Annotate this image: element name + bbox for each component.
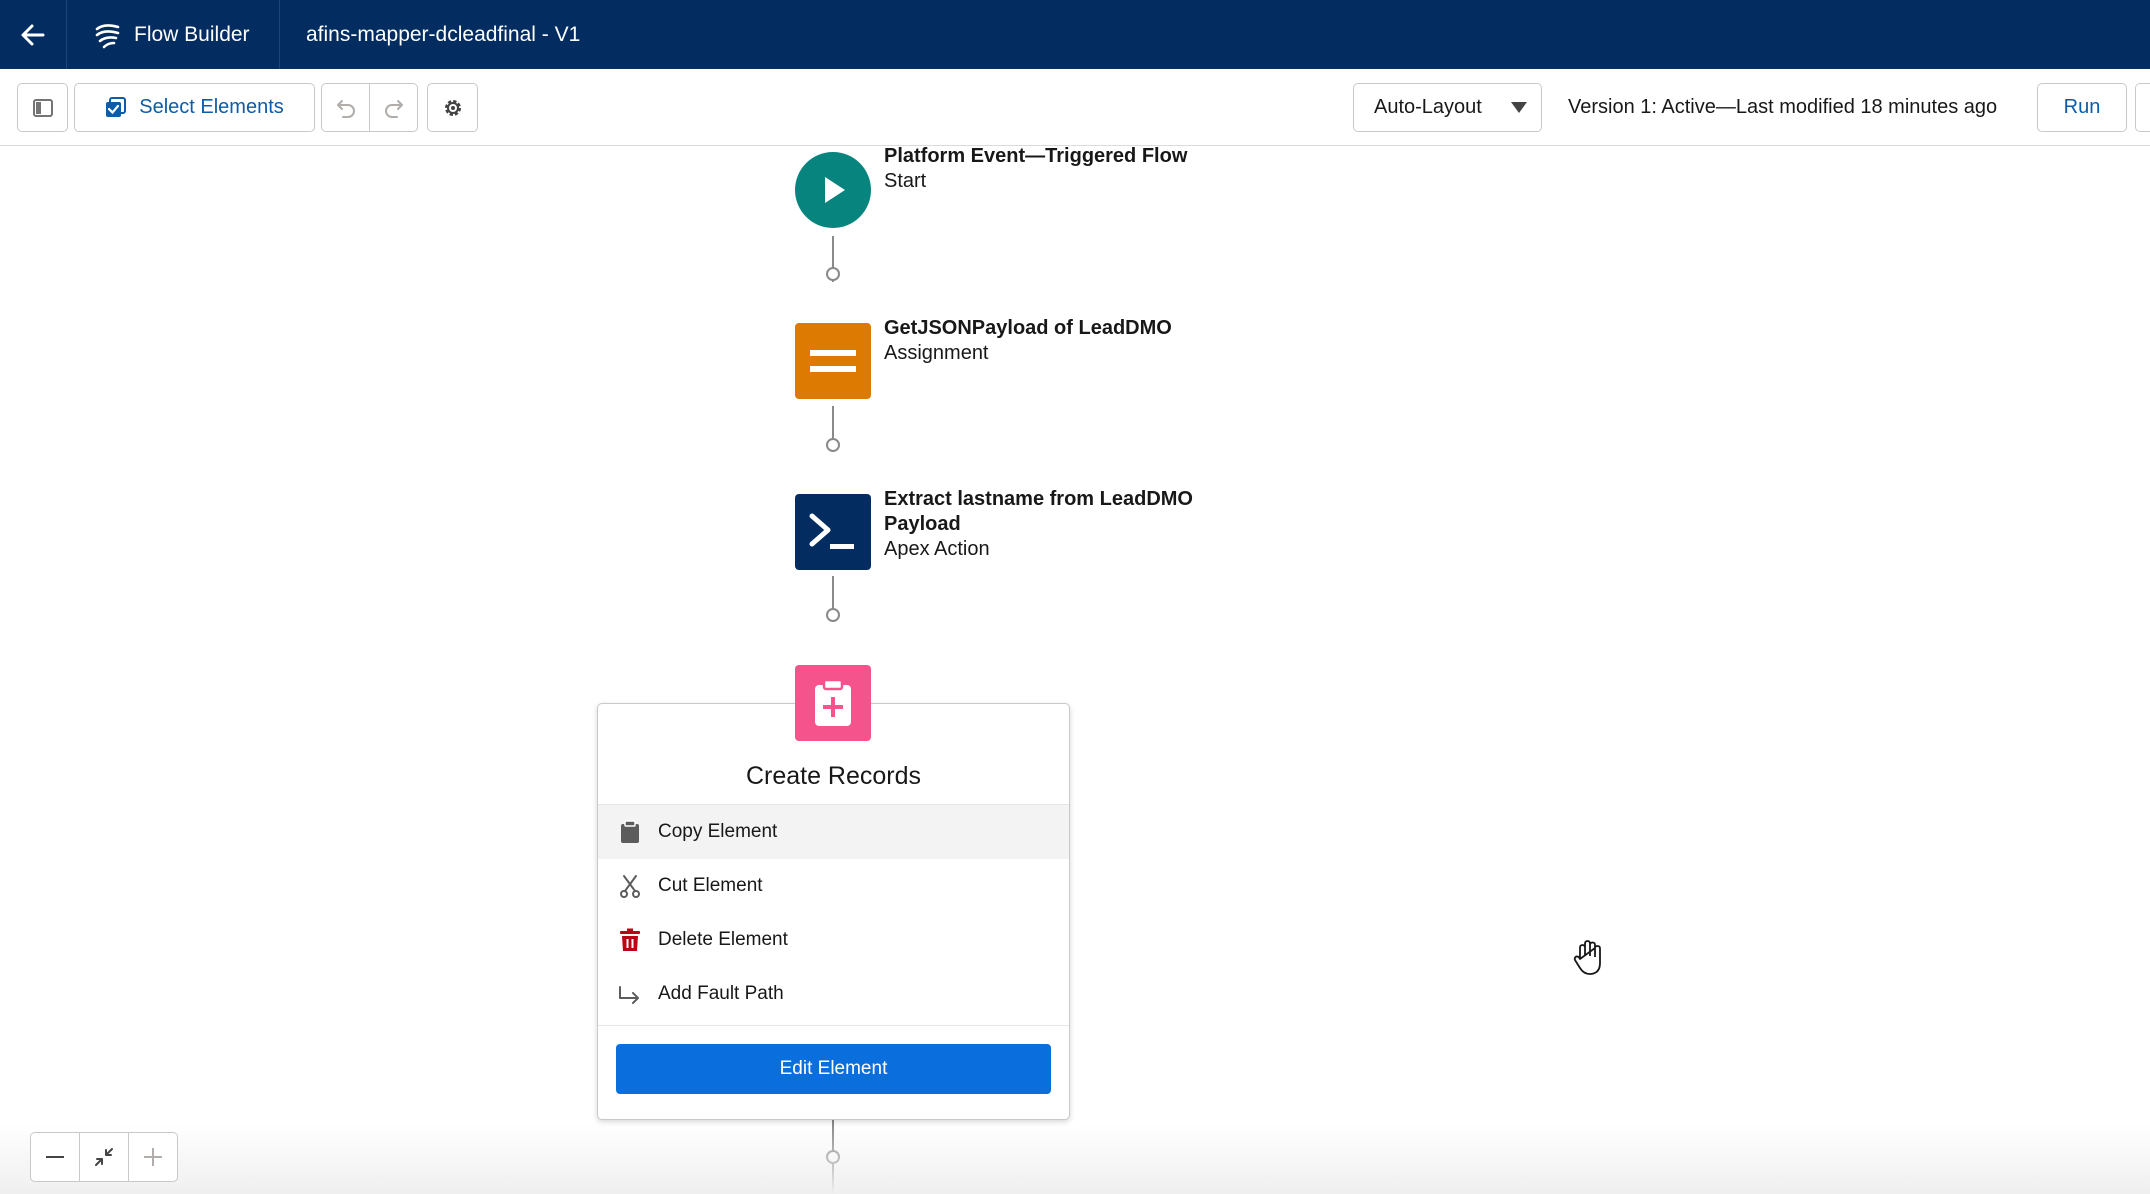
divider <box>598 1025 1069 1026</box>
menu-item-label: Cut Element <box>658 875 763 896</box>
delete-element-menu-item[interactable]: Delete Element <box>598 913 1069 967</box>
clipboard-icon <box>618 820 642 844</box>
minus-icon <box>46 1156 64 1158</box>
app-brand: Flow Builder <box>66 0 280 69</box>
hand-cursor-icon <box>1573 940 1601 975</box>
undo-button[interactable] <box>321 83 370 132</box>
edit-element-button[interactable]: Edit Element <box>616 1044 1051 1094</box>
popover-title: Create Records <box>745 762 922 790</box>
assignment-node[interactable] <box>795 323 871 399</box>
zoom-out-button[interactable] <box>31 1133 80 1181</box>
cut-element-menu-item[interactable]: Cut Element <box>598 859 1069 913</box>
node-title: Extract lastname from LeadDMO <box>884 488 1193 510</box>
fit-view-button[interactable] <box>80 1133 129 1181</box>
node-title: GetJSONPayload of LeadDMO <box>884 317 1172 339</box>
select-elements-button[interactable]: Select Elements <box>74 83 315 132</box>
create-records-icon <box>815 678 851 726</box>
more-actions-button[interactable] <box>2135 83 2150 132</box>
add-element-button[interactable] <box>826 267 840 281</box>
add-fault-path-menu-item[interactable]: Add Fault Path <box>598 967 1069 1021</box>
node-title: Platform Event—Triggered Flow <box>884 146 1188 167</box>
layout-value: Auto-Layout <box>1374 96 1482 118</box>
menu-item-label: Copy Element <box>658 821 778 842</box>
node-type: Assignment <box>884 342 989 364</box>
zoom-controls <box>30 1132 178 1182</box>
layout-select[interactable]: Auto-Layout <box>1353 83 1542 132</box>
play-icon <box>825 177 845 203</box>
flow-title: afins-mapper-dcleadfinal - V1 <box>306 22 581 46</box>
add-element-button[interactable] <box>826 438 840 452</box>
gear-icon <box>444 99 461 116</box>
trash-icon <box>618 928 642 952</box>
run-button[interactable]: Run <box>2037 83 2127 132</box>
add-element-button[interactable] <box>826 608 840 622</box>
start-node[interactable] <box>795 152 871 228</box>
redo-button[interactable] <box>369 83 418 132</box>
flow-icon <box>92 19 124 51</box>
undo-icon <box>336 99 355 118</box>
toggle-panel-button[interactable] <box>17 83 68 132</box>
apex-node-label: Extract lastname from LeadDMO Payload Ap… <box>884 487 1193 562</box>
node-type: Apex Action <box>884 538 990 560</box>
start-node-label: Platform Event—Triggered Flow Start <box>884 146 1187 194</box>
chevron-down-icon <box>1511 102 1527 113</box>
element-action-menu: Create Records Copy Element Cut Element <box>597 703 1070 1120</box>
assignment-node-label: GetJSONPayload of LeadDMO Assignment <box>884 316 1172 366</box>
apex-icon <box>809 513 854 549</box>
plus-icon <box>144 1148 162 1166</box>
flow-canvas[interactable]: Platform Event—Triggered Flow Start GetJ… <box>0 146 2150 1194</box>
apex-action-node[interactable] <box>795 494 871 570</box>
redo-icon <box>384 99 403 118</box>
menu-item-label: Delete Element <box>658 929 788 950</box>
assignment-icon <box>810 350 856 372</box>
version-status: Version 1: Active—Last modified 18 minut… <box>1568 96 1998 118</box>
app-header: Flow Builder afins-mapper-dcleadfinal - … <box>0 0 2150 69</box>
node-title: Payload <box>884 513 961 535</box>
flow-settings-button[interactable] <box>427 83 478 132</box>
create-records-node[interactable] <box>795 665 871 741</box>
app-name: Flow Builder <box>134 22 250 46</box>
select-elements-label: Select Elements <box>139 96 284 118</box>
scissors-icon <box>618 874 642 898</box>
fault-path-icon <box>618 982 642 1006</box>
copy-element-menu-item[interactable]: Copy Element <box>598 805 1069 859</box>
node-type: Start <box>884 170 927 192</box>
toggle-panel-icon <box>32 98 53 117</box>
menu-item-label: Add Fault Path <box>658 983 784 1004</box>
toolbar: Select Elements Auto-Layout Version 1: A… <box>0 69 2150 146</box>
arrow-left-icon <box>21 24 45 45</box>
zoom-in-button[interactable] <box>129 1133 177 1181</box>
checkbox-select-icon <box>105 96 127 119</box>
back-button[interactable] <box>0 0 67 69</box>
canvas-edge <box>0 1124 2150 1194</box>
fit-view-icon <box>95 1148 113 1166</box>
